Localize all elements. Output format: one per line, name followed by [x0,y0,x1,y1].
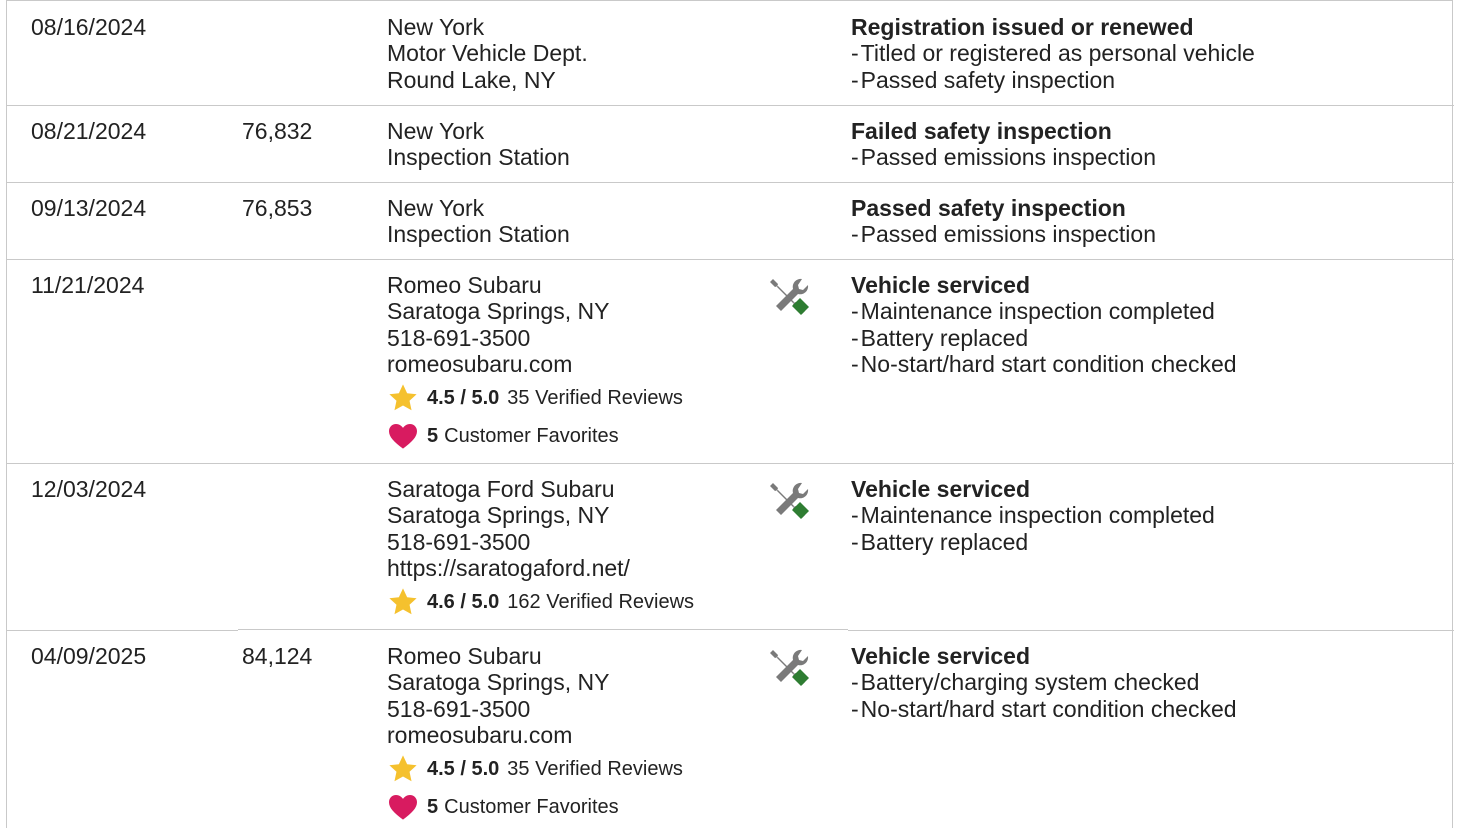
source-line: Saratoga Ford Subaru [387,476,615,502]
record-details: Registration issued or renewedTitled or … [851,14,1255,93]
review-count[interactable]: 162 Verified Reviews [507,589,694,615]
record-detail-item: Passed emissions inspection [851,221,1156,247]
favorites-block: 5 Customer Favorites [387,419,683,453]
source-info: New York Motor Vehicle Dept. Round Lake, N… [387,14,588,93]
record-detail-item: Titled or registered as personal vehicle [851,40,1255,66]
record-title: Passed safety inspection [851,195,1126,221]
record-title: Vehicle serviced [851,476,1031,502]
rating-score: 4.5 / 5.0 [427,387,500,410]
rating-block[interactable]: 4.5 / 5.0 35 Verified Reviews [387,381,683,415]
source-info: Romeo Subaru Saratoga Springs, NY 518-691-… [387,643,683,824]
source-website-link[interactable]: romeosubaru.com [387,351,683,377]
favorites-count: 5 [427,796,439,819]
row-divider [7,463,1454,464]
source-website-link[interactable]: romeosubaru.com [387,722,683,748]
record-title: Vehicle serviced [851,272,1031,298]
source-line: Round Lake, NY [387,66,556,93]
star-icon [387,586,419,618]
record-detail-item: Maintenance inspection completed [851,298,1237,324]
record-details: Vehicle servicedMaintenance inspection c… [851,476,1215,555]
record-detail-item: Maintenance inspection completed [851,502,1215,528]
service-tools-icon [767,647,811,691]
record-detail-item: No-start/hard start condition checked [851,696,1237,722]
source-line: New York [387,195,485,221]
record-date: 11/21/2024 [31,272,145,298]
rating-block[interactable]: 4.6 / 5.0 162 Verified Reviews [387,585,694,619]
favorites-label: Customer Favorites [444,425,619,448]
source-line: Saratoga Springs, NY [387,298,610,325]
source-info: Saratoga Ford Subaru Saratoga Springs, NY… [387,476,694,619]
record-date: 08/21/2024 [31,118,147,144]
record-details: Vehicle servicedMaintenance inspection c… [851,272,1237,377]
source-line: Saratoga Springs, NY [387,669,610,696]
record-details: Vehicle servicedBattery/charging system … [851,643,1237,722]
source-line: Inspection Station [387,144,570,171]
row-divider [238,629,848,630]
source-info: Romeo Subaru Saratoga Springs, NY 518-691-… [387,272,683,453]
record-detail-item: Passed safety inspection [851,67,1255,93]
record-detail-item: No-start/hard start condition checked [851,351,1237,377]
rating-score: 4.6 / 5.0 [427,591,500,614]
vehicle-history-table: 08/16/2024 New York Motor Vehicle Dept. Rou… [6,0,1454,828]
record-title: Failed safety inspection [851,118,1112,144]
source-info: New York Inspection Station [387,118,570,171]
source-line: New York [387,14,485,40]
source-info: New York Inspection Station [387,195,570,248]
source-line: 518-691-3500 [387,695,531,722]
row-divider [7,259,1454,260]
source-line: Motor Vehicle Dept. [387,40,588,67]
favorites-block: 5 Customer Favorites [387,790,683,824]
record-details: Passed safety inspectionPassed emissions… [851,195,1156,248]
review-count[interactable]: 35 Verified Reviews [507,385,683,411]
record-date: 09/13/2024 [31,195,147,221]
rating-block[interactable]: 4.5 / 5.0 35 Verified Reviews [387,752,683,786]
record-detail-item: Battery replaced [851,325,1237,351]
source-line: 518-691-3500 [387,528,531,555]
record-title: Vehicle serviced [851,643,1031,669]
row-divider [7,630,238,631]
source-line: Romeo Subaru [387,643,542,669]
record-detail-item: Passed emissions inspection [851,144,1156,170]
odometer-reading: 76,853 [242,195,313,221]
source-line: Inspection Station [387,221,570,248]
source-line: Saratoga Springs, NY [387,502,610,529]
record-detail-item: Battery/charging system checked [851,669,1237,695]
review-count[interactable]: 35 Verified Reviews [507,756,683,782]
favorites-count: 5 [427,425,439,448]
odometer-reading: 84,124 [242,643,313,669]
record-date: 12/03/2024 [31,476,147,502]
service-tools-icon [767,276,811,320]
favorites-label: Customer Favorites [444,796,619,819]
source-line: Romeo Subaru [387,272,542,298]
record-title: Registration issued or renewed [851,14,1194,40]
source-line: New York [387,118,485,144]
heart-icon [387,420,419,452]
row-divider [7,182,1454,183]
record-details: Failed safety inspectionPassed emissions… [851,118,1156,171]
row-divider [848,630,1454,631]
source-line: 518-691-3500 [387,324,531,351]
source-website-link[interactable]: https://saratogaford.net/ [387,555,694,581]
rating-score: 4.5 / 5.0 [427,758,500,781]
record-date: 08/16/2024 [31,14,147,40]
odometer-reading: 76,832 [242,118,313,144]
star-icon [387,753,419,785]
heart-icon [387,791,419,823]
record-detail-item: Battery replaced [851,529,1215,555]
row-divider [7,105,1454,106]
record-date: 04/09/2025 [31,643,147,669]
service-tools-icon [767,480,811,524]
star-icon [387,382,419,414]
